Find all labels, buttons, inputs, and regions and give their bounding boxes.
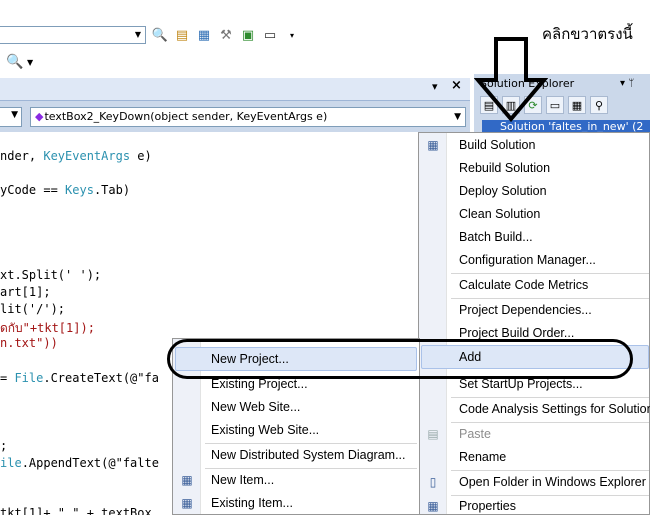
menu-paste: Paste xyxy=(459,427,491,441)
view-code-icon[interactable]: ▭ xyxy=(546,96,564,114)
code-line: tkt[1]+ " " + textBox xyxy=(0,506,152,515)
standard-toolbar: ▼ 🔍 ▤ ▦ ⚒ ▣ ▭ ▾ xyxy=(0,20,330,50)
properties-icon[interactable]: ▤ xyxy=(480,96,498,114)
pin-icon[interactable]: ▾ ᛘ xyxy=(620,78,634,89)
new-item-icon: ▦ xyxy=(181,473,193,487)
code-line: nder, KeyEventArgs e) xyxy=(0,149,152,163)
chevron-down-icon[interactable]: ▼ xyxy=(454,108,461,126)
chevron-down-icon[interactable]: ▼ xyxy=(131,27,145,43)
paste-icon: ▤ xyxy=(427,427,439,441)
menu-configuration-manager[interactable]: Configuration Manager... xyxy=(459,249,596,271)
build-solution-icon: ▦ xyxy=(427,138,439,152)
code-line: = File.CreateText(@"fa xyxy=(0,371,159,385)
menu-code-analysis-settings[interactable]: Code Analysis Settings for Solution xyxy=(459,398,650,420)
solution-explorer-toolbar: ▤ ▥ ⟳ ▭ ▦ ⚲ xyxy=(480,96,608,116)
menu-project-dependencies[interactable]: Project Dependencies... xyxy=(459,299,592,321)
toolbox-icon[interactable]: ⚒ xyxy=(217,27,235,45)
secondary-toolbar: 🔍 ▼ xyxy=(0,52,40,76)
code-line: xt.Split(' '); xyxy=(0,268,102,282)
menu-deploy-solution[interactable]: Deploy Solution xyxy=(459,180,547,202)
menu-clean-solution[interactable]: Clean Solution xyxy=(459,203,540,225)
menu-add[interactable]: Add xyxy=(459,346,481,368)
method-icon: ◆ xyxy=(35,110,44,123)
menu-new-distributed-system-diagram[interactable]: New Distributed System Diagram... xyxy=(211,444,406,466)
view-designer-icon[interactable]: ▦ xyxy=(568,96,586,114)
menu-new-item[interactable]: New Item... xyxy=(211,469,274,491)
menu-existing-item[interactable]: Existing Item... xyxy=(211,492,293,514)
menu-existing-web-site[interactable]: Existing Web Site... xyxy=(211,419,319,441)
solution-explorer-panel: Solution Explorer ▾ ᛘ ▤ ▥ ⟳ ▭ ▦ ⚲ Soluti… xyxy=(474,74,650,134)
chevron-down-icon[interactable]: ▼ xyxy=(27,58,33,67)
code-line: ile.AppendText(@"falte xyxy=(0,456,159,470)
existing-item-icon: ▦ xyxy=(181,496,193,510)
show-all-files-icon[interactable]: ▥ xyxy=(502,96,520,114)
menu-open-folder[interactable]: Open Folder in Windows Explorer xyxy=(459,471,646,493)
close-icon[interactable]: × xyxy=(451,78,462,93)
start-page-icon[interactable]: ▣ xyxy=(239,27,257,45)
properties-icon: ▦ xyxy=(427,499,439,513)
menu-calculate-code-metrics[interactable]: Calculate Code Metrics xyxy=(459,274,588,296)
menu-highlight xyxy=(421,345,649,369)
code-line: ; xyxy=(0,439,8,453)
toolbar-options-icon[interactable]: ▾ xyxy=(283,27,301,45)
code-navigation-bar: ▼ ◆textBox2_KeyDown(object sender, KeyEv… xyxy=(0,100,470,132)
chevron-down-icon[interactable]: ▼ xyxy=(11,110,18,120)
menu-build-solution[interactable]: Build Solution xyxy=(459,134,535,156)
method-combo[interactable]: ◆textBox2_KeyDown(object sender, KeyEven… xyxy=(30,107,466,127)
add-submenu: New Project... Existing Project... New W… xyxy=(172,338,420,515)
code-line: art[1]; xyxy=(0,285,51,299)
refresh-icon[interactable]: ⟳ xyxy=(524,96,542,114)
menu-new-web-site[interactable]: New Web Site... xyxy=(211,396,300,418)
menu-properties[interactable]: Properties xyxy=(459,495,516,515)
menu-rename[interactable]: Rename xyxy=(459,446,506,468)
folder-icon: ▯ xyxy=(429,475,437,489)
menu-existing-project[interactable]: Existing Project... xyxy=(211,373,308,395)
class-diagram-icon[interactable]: ⚲ xyxy=(590,96,608,114)
code-line: yCode == Keys.Tab) xyxy=(0,183,131,197)
search-icon[interactable]: 🔍 xyxy=(6,54,24,72)
menu-gutter xyxy=(419,133,447,514)
method-combo-text: textBox2_KeyDown(object sender, KeyEvent… xyxy=(44,110,328,123)
toolbar-icons: 🔍 ▤ ▦ ⚒ ▣ ▭ ▾ xyxy=(151,26,301,46)
menu-set-startup-projects[interactable]: Set StartUp Projects... xyxy=(459,373,583,395)
solution-context-menu: ▦ Build Solution Rebuild Solution Deploy… xyxy=(418,132,650,515)
find-in-files-icon[interactable]: 🔍 xyxy=(151,27,169,45)
menu-rebuild-solution[interactable]: Rebuild Solution xyxy=(459,157,550,179)
menu-batch-build[interactable]: Batch Build... xyxy=(459,226,533,248)
menu-project-build-order[interactable]: Project Build Order... xyxy=(459,322,574,344)
menu-new-project[interactable]: New Project... xyxy=(211,348,289,370)
properties-window-icon[interactable]: ▦ xyxy=(195,27,213,45)
solution-config-combo[interactable]: ▼ xyxy=(0,26,146,44)
annotation-text: คลิกขวาตรงนี้ xyxy=(542,25,633,43)
type-combo[interactable]: ▼ xyxy=(0,107,22,127)
code-line: lit('/'); xyxy=(0,302,66,316)
window-position-icon[interactable]: ▾ xyxy=(432,80,438,93)
command-window-icon[interactable]: ▭ xyxy=(261,27,279,45)
solution-explorer-icon[interactable]: ▤ xyxy=(173,27,191,45)
code-line: n.txt")) xyxy=(0,336,58,350)
